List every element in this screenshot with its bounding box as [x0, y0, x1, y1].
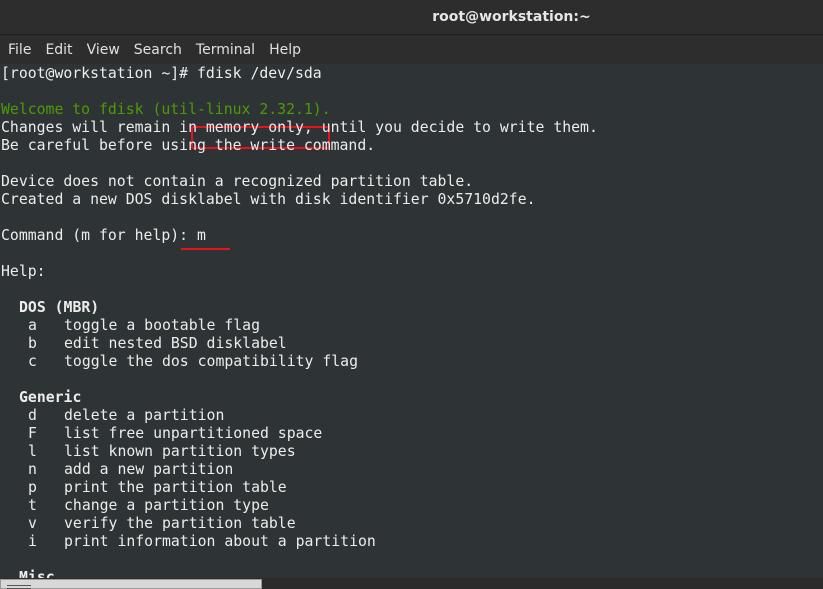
- help-desc: delete a partition: [64, 407, 225, 424]
- no-partition-table-line: Device does not contain a recognized par…: [1, 173, 474, 190]
- careful-note: Be careful before using the write comman…: [1, 137, 376, 154]
- help-key: c: [28, 353, 37, 370]
- help-header: Help:: [1, 263, 46, 280]
- help-desc: add a new partition: [64, 461, 234, 478]
- help-desc: list known partition types: [64, 443, 296, 460]
- menu-view[interactable]: View: [80, 42, 127, 58]
- help-desc: list free unpartitioned space: [64, 425, 323, 442]
- help-key: F: [28, 425, 37, 442]
- welcome-line: Welcome to fdisk (util-linux 2.32.1).: [1, 101, 331, 118]
- help-desc: verify the partition table: [64, 515, 296, 532]
- window-titlebar[interactable]: root@workstation:~: [0, 0, 823, 35]
- disklabel-line: Created a new DOS disklabel with disk id…: [1, 191, 536, 208]
- help-key: p: [28, 479, 37, 496]
- menu-search[interactable]: Search: [127, 42, 189, 58]
- help-desc: edit nested BSD disklabel: [64, 335, 287, 352]
- help-key: v: [28, 515, 37, 532]
- help-desc: change a partition type: [64, 497, 269, 514]
- command-prompt: Command (m for help):: [1, 227, 197, 244]
- help-key: b: [28, 335, 37, 352]
- command-input-underline: [181, 248, 230, 250]
- help-desc: toggle a bootable flag: [64, 317, 260, 334]
- menu-bar: File Edit View Search Terminal Help: [0, 36, 823, 64]
- help-key: t: [28, 497, 37, 514]
- help-desc: print information about a partition: [64, 533, 376, 550]
- window-title: root@workstation:~: [432, 9, 591, 25]
- menu-terminal[interactable]: Terminal: [189, 42, 262, 58]
- shell-prompt: [root@workstation ~]#: [1, 65, 197, 82]
- help-key: a: [28, 317, 37, 334]
- scrollbar-thumb[interactable]: [0, 579, 262, 589]
- section-title-generic: Generic: [19, 389, 82, 406]
- grip-icon: [7, 585, 31, 589]
- help-key: n: [28, 461, 37, 478]
- prompt-line: [root@workstation ~]# fdisk /dev/sda: [1, 65, 322, 83]
- section-title-dos: DOS (MBR): [19, 299, 100, 316]
- terminal-output[interactable]: [root@workstation ~]# fdisk /dev/sda Wel…: [0, 64, 823, 579]
- command-prompt-line: Command (m for help): m: [1, 227, 206, 245]
- help-desc: toggle the dos compatibility flag: [64, 353, 358, 370]
- help-key: l: [28, 443, 37, 460]
- typed-command: fdisk /dev/sda: [197, 65, 322, 82]
- command-input: m: [197, 227, 206, 244]
- help-key: d: [28, 407, 37, 424]
- menu-edit[interactable]: Edit: [38, 42, 79, 58]
- changes-note: Changes will remain in memory only, unti…: [1, 119, 598, 136]
- menu-file[interactable]: File: [0, 42, 38, 58]
- help-key: i: [28, 533, 37, 550]
- help-desc: print the partition table: [64, 479, 287, 496]
- menu-help[interactable]: Help: [262, 42, 308, 58]
